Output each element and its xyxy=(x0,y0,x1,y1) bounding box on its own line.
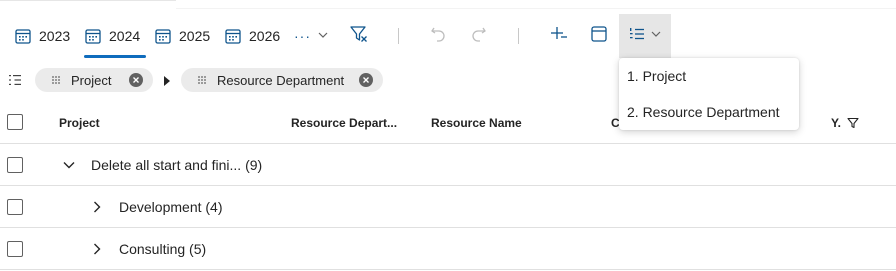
calendar-icon xyxy=(14,27,32,45)
group-row-label: Development (4) xyxy=(119,199,223,215)
chevron-down-icon[interactable] xyxy=(62,158,76,172)
redo-icon xyxy=(470,25,488,48)
group-row-label: Delete all start and fini... (9) xyxy=(91,157,262,173)
toolbar: 2023 2024 2025 2026 ··· xyxy=(0,14,896,58)
add-task-button[interactable] xyxy=(541,14,577,58)
add-icon xyxy=(550,25,568,48)
group-by-menu: 1. Project 2. Resource Department xyxy=(619,58,799,130)
caret-right-icon xyxy=(163,74,171,92)
year-tab-label: 2023 xyxy=(39,28,71,44)
table-row[interactable]: Development (4) xyxy=(0,186,896,228)
chip-label: Project xyxy=(71,72,112,88)
menu-item-project[interactable]: 1. Project xyxy=(627,68,686,84)
panel-icon xyxy=(590,25,608,48)
year-tab-2025[interactable]: 2025 xyxy=(154,14,210,58)
undo-icon xyxy=(429,25,447,48)
group-name: Delete all start and fini... xyxy=(91,157,242,173)
calendar-icon xyxy=(224,27,242,45)
panel-toggle-button[interactable] xyxy=(581,14,617,58)
group-list-icon xyxy=(8,73,22,92)
column-header-project[interactable]: Project xyxy=(59,116,100,130)
undo-button[interactable] xyxy=(420,14,456,58)
select-all-checkbox[interactable] xyxy=(7,114,23,130)
remove-chip-icon[interactable] xyxy=(359,73,373,87)
group-count: (9) xyxy=(245,157,263,173)
year-tab-label: 2026 xyxy=(249,28,281,44)
chip-label: Resource Department xyxy=(217,72,345,88)
redo-button[interactable] xyxy=(461,14,497,58)
group-by-button[interactable] xyxy=(619,14,671,58)
column-header-resource-department[interactable]: Resource Depart... xyxy=(291,116,397,130)
group-row-label: Consulting (5) xyxy=(119,241,206,257)
year-tab-label: 2025 xyxy=(179,28,211,44)
group-chip-resource-department[interactable]: Resource Department xyxy=(181,68,383,92)
toolbar-divider xyxy=(398,28,399,44)
group-name: Consulting xyxy=(119,241,186,257)
top-divider xyxy=(0,0,176,1)
table-row[interactable]: Consulting (5) xyxy=(0,228,896,270)
chevron-down-icon xyxy=(650,27,662,45)
more-years-dropdown[interactable]: ··· xyxy=(294,14,329,58)
drag-handle-icon[interactable] xyxy=(197,75,209,85)
year-tab-2026[interactable]: 2026 xyxy=(224,14,280,58)
numbered-list-icon xyxy=(628,25,646,48)
clear-filter-button[interactable] xyxy=(341,14,377,58)
toolbar-divider xyxy=(518,28,519,44)
active-tab-indicator xyxy=(84,55,146,58)
table-row[interactable]: Delete all start and fini... (9) xyxy=(0,144,896,186)
chevron-right-icon[interactable] xyxy=(90,200,104,214)
year-tab-2023[interactable]: 2023 xyxy=(14,14,70,58)
menu-item-resource-department[interactable]: 2. Resource Department xyxy=(627,104,780,120)
remove-chip-icon[interactable] xyxy=(129,73,143,87)
year-tab-2024[interactable]: 2024 xyxy=(84,14,146,58)
calendar-icon xyxy=(84,27,102,45)
row-checkbox[interactable] xyxy=(7,199,23,215)
column-header-year[interactable]: Y. xyxy=(831,116,841,130)
group-chip-project[interactable]: Project xyxy=(35,68,153,92)
calendar-icon xyxy=(154,27,172,45)
column-filter-icon[interactable] xyxy=(847,117,859,132)
group-name: Development xyxy=(119,199,202,215)
group-count: (5) xyxy=(189,241,207,257)
row-checkbox[interactable] xyxy=(7,157,23,173)
more-icon: ··· xyxy=(294,28,311,44)
chevron-down-icon xyxy=(317,28,329,44)
filter-clear-icon xyxy=(349,24,369,49)
top-divider-secondary xyxy=(176,8,896,9)
group-count: (4) xyxy=(205,199,223,215)
column-header-resource-name[interactable]: Resource Name xyxy=(431,116,522,130)
year-tab-label: 2024 xyxy=(109,28,141,44)
row-checkbox[interactable] xyxy=(7,241,23,257)
drag-handle-icon[interactable] xyxy=(51,75,63,85)
chevron-right-icon[interactable] xyxy=(90,242,104,256)
